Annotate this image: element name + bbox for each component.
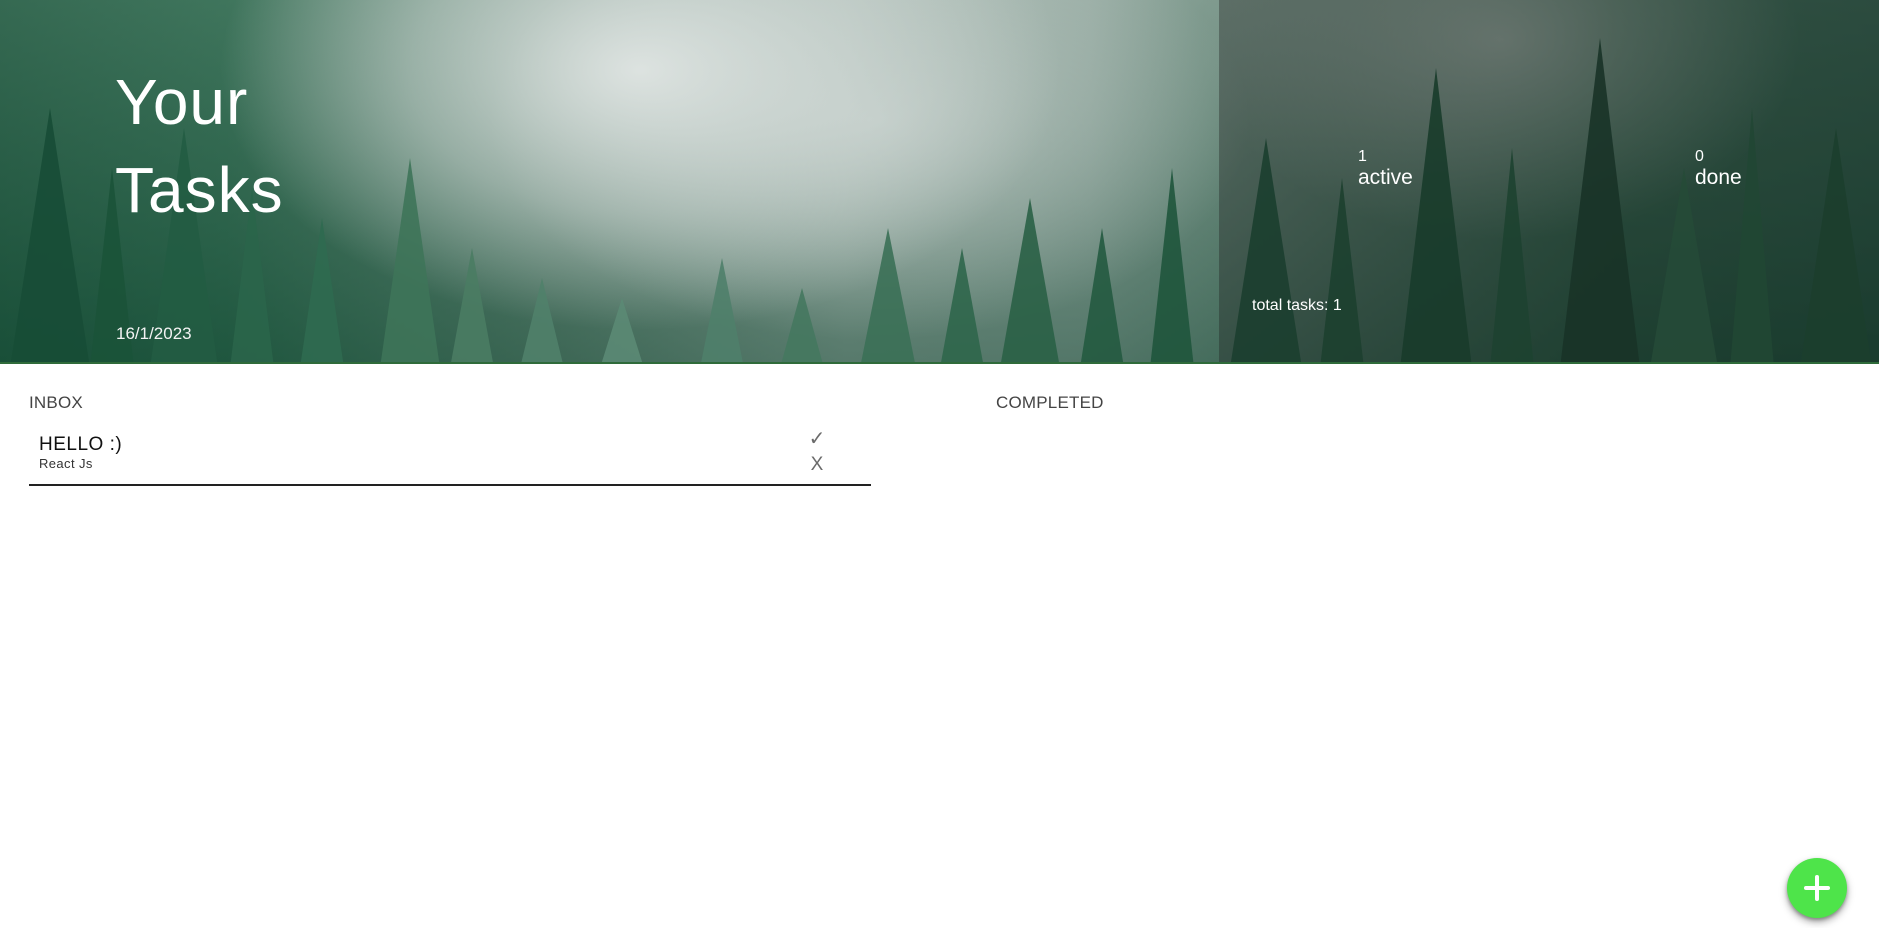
task-description: React Js — [39, 456, 93, 471]
active-label: active — [1358, 166, 1413, 189]
done-count: 0 — [1695, 148, 1704, 165]
done-label: done — [1695, 166, 1742, 189]
inbox-heading: INBOX — [29, 393, 83, 412]
hero-header: Your Tasks 16/1/2023 1 active 0 done tot… — [0, 0, 1879, 364]
complete-task-check-icon[interactable]: ✓ — [807, 428, 827, 450]
add-task-button[interactable] — [1787, 858, 1847, 918]
done-tasks-stat: 0 done — [1695, 148, 1742, 190]
task-item[interactable]: HELLO :) React Js ✓ X — [29, 424, 871, 486]
active-tasks-stat: 1 active — [1358, 148, 1413, 190]
current-date: 16/1/2023 — [116, 324, 192, 343]
plus-icon — [1804, 875, 1830, 901]
total-tasks-count: total tasks: 1 — [1252, 297, 1342, 314]
delete-task-x-icon[interactable]: X — [807, 454, 827, 476]
page-title: Your Tasks — [115, 66, 284, 226]
completed-heading: COMPLETED — [996, 393, 1104, 412]
task-title: HELLO :) — [39, 434, 123, 455]
active-count: 1 — [1358, 148, 1367, 165]
